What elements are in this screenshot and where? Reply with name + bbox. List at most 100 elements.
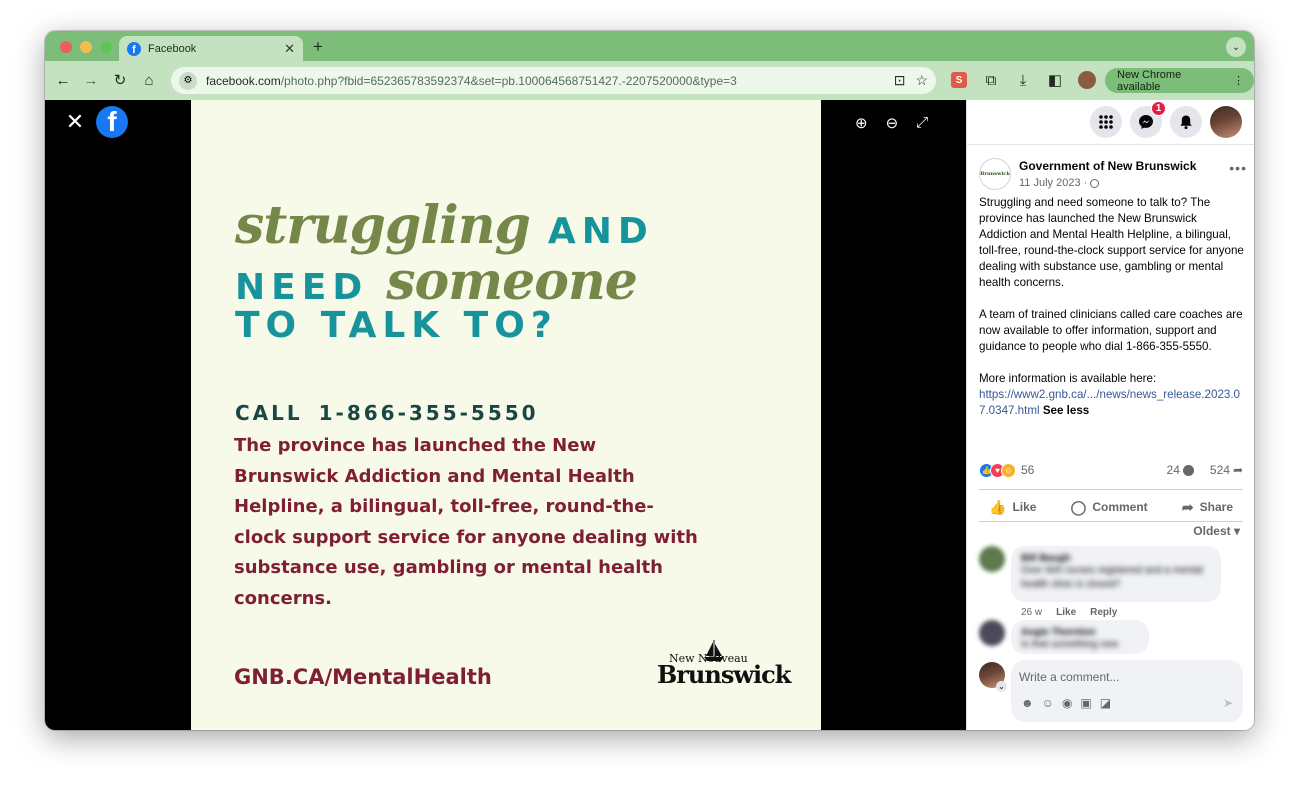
downloads-icon[interactable]: ⤓: [1009, 66, 1037, 94]
bookmark-star-icon[interactable]: ☆: [915, 72, 928, 89]
url-host: facebook.com: [206, 73, 281, 88]
reload-icon[interactable]: ↻: [106, 66, 134, 94]
reaction-count[interactable]: 56: [1021, 463, 1034, 477]
globe-icon: [1090, 178, 1100, 188]
home-icon[interactable]: ⌂: [135, 66, 163, 94]
fullscreen-icon[interactable]: ⤢: [916, 114, 928, 132]
page-viewport: ✕ f ⊕ ⊖ ⤢ struggling AND NEED someone TO…: [45, 100, 1254, 730]
window-controls: [60, 41, 112, 53]
extension-s-icon[interactable]: S: [945, 66, 973, 94]
share-button[interactable]: ➦ Share: [1172, 492, 1243, 522]
poster-url: GNB.CA/MentalHealth: [234, 665, 492, 689]
poster-body-text: The province has launched the New Brunsw…: [234, 435, 698, 609]
tab-title: Facebook: [148, 42, 197, 55]
like-button[interactable]: 👍 Like: [979, 492, 1046, 522]
commenter-avatar[interactable]: [979, 620, 1005, 646]
zoom-in-icon[interactable]: ⊕: [855, 114, 868, 132]
chrome-update-button[interactable]: New Chrome available ⋮: [1105, 68, 1254, 93]
comment-time[interactable]: 26 w: [1021, 607, 1042, 618]
new-tab-button[interactable]: +: [313, 37, 323, 57]
menu-grid-button[interactable]: [1090, 106, 1122, 138]
comment-count-value: 24: [1166, 463, 1180, 477]
install-app-icon[interactable]: ⊡: [894, 72, 906, 89]
comment-meta: 26 w Like Reply: [1021, 607, 1117, 618]
comment-button[interactable]: ◯ Comment: [1061, 492, 1158, 522]
messenger-button[interactable]: 1: [1130, 101, 1166, 138]
tab-facebook[interactable]: f Facebook ✕: [119, 36, 303, 61]
emoji-icon[interactable]: ☺: [1042, 696, 1054, 710]
minimize-window-button[interactable]: [80, 41, 92, 53]
comment-reply-button[interactable]: Reply: [1090, 607, 1117, 618]
tab-close-icon[interactable]: ✕: [284, 41, 295, 57]
forward-arrow-icon[interactable]: →: [77, 66, 105, 94]
see-less-link[interactable]: See less: [1043, 404, 1089, 417]
zoom-out-icon[interactable]: ⊖: [886, 114, 899, 132]
post-link-line: https://www2.gnb.ca/.../news/news_releas…: [979, 387, 1245, 419]
post-text: Struggling and need someone to talk to? …: [979, 195, 1245, 419]
post-date[interactable]: 11 July 2023 ·: [1019, 177, 1087, 189]
like-label: Like: [1012, 500, 1037, 514]
notifications-button[interactable]: [1170, 106, 1202, 138]
commenter-name[interactable]: Angie Thornton: [1021, 627, 1139, 638]
share-arrow-icon: ➦: [1232, 463, 1243, 477]
more-options-icon[interactable]: •••: [1229, 160, 1247, 176]
post-paragraph-3: More information is available here:: [979, 372, 1157, 385]
avatar-sticker-icon[interactable]: ☻: [1021, 696, 1034, 710]
news-release-link[interactable]: https://www2.gnb.ca/.../news/news_releas…: [979, 388, 1240, 417]
post-header: Brunswick Government of New Brunswick 11…: [979, 158, 1247, 192]
share-count-value: 524: [1209, 463, 1230, 477]
comment-bubble: Bill Baugh Over 600 nurses registered an…: [1011, 546, 1221, 602]
url-text[interactable]: facebook.com/photo.php?fbid=652365783592…: [206, 74, 894, 88]
gif-icon[interactable]: ▣: [1080, 696, 1091, 710]
comment-like-button[interactable]: Like: [1056, 607, 1076, 618]
my-avatar[interactable]: [979, 662, 1007, 692]
site-settings-icon[interactable]: ⚙: [179, 71, 197, 90]
thumbs-up-icon: 👍: [989, 498, 1007, 515]
commenter-avatar[interactable]: [979, 546, 1005, 572]
comment-sort-dropdown[interactable]: Oldest ▾: [1193, 524, 1240, 538]
composer-tools: ☻ ☺ ◉ ▣ ◪: [1021, 696, 1111, 710]
care-reaction-icon[interactable]: ☺: [1001, 462, 1016, 478]
bell-icon: [1180, 115, 1192, 130]
facebook-top-nav: 1: [1090, 101, 1242, 138]
tab-search-chevron-down-icon[interactable]: ⌄: [1226, 37, 1246, 57]
side-panel-icon[interactable]: ◧: [1041, 66, 1069, 94]
sticker-icon[interactable]: ◪: [1100, 696, 1111, 710]
zoom-controls: ⊕ ⊖ ⤢: [855, 114, 928, 132]
address-bar[interactable]: ⚙ facebook.com/photo.php?fbid=6523657835…: [171, 67, 936, 94]
engagement-counts: 24 524 ➦: [1167, 463, 1243, 477]
extensions-puzzle-icon[interactable]: ⧉: [977, 66, 1005, 94]
new-brunswick-logo: New Nouveau Brunswick: [655, 640, 791, 689]
commenter-name[interactable]: Bill Baugh: [1021, 553, 1211, 564]
actions-divider-bottom: [979, 521, 1243, 522]
send-icon[interactable]: ➤: [1223, 696, 1233, 710]
account-avatar[interactable]: [1210, 106, 1242, 138]
maximize-window-button[interactable]: [100, 41, 112, 53]
comment-text: Is that something new: [1021, 639, 1119, 650]
logo-brunswick: Brunswick: [657, 660, 791, 689]
headline-row-3: TO TALK TO?: [235, 308, 755, 348]
post-actions: 👍 Like ◯ Comment ➦ Share: [979, 492, 1243, 522]
more-vertical-icon[interactable]: ⋮: [1233, 74, 1244, 87]
facebook-logo-icon[interactable]: f: [96, 106, 128, 138]
close-viewer-icon[interactable]: ✕: [63, 109, 87, 134]
share-icon: ➦: [1181, 498, 1194, 515]
page-avatar[interactable]: Brunswick: [979, 158, 1011, 190]
comment-input[interactable]: [1019, 666, 1233, 688]
back-arrow-icon[interactable]: ←: [49, 66, 77, 94]
page-avatar-text: Brunswick: [980, 171, 1010, 177]
profile-avatar-image: [1078, 71, 1096, 89]
comment-count[interactable]: 24: [1167, 463, 1194, 477]
share-label: Share: [1199, 500, 1233, 514]
profile-avatar[interactable]: [1073, 66, 1101, 94]
grid-icon: [1099, 115, 1113, 129]
page-name[interactable]: Government of New Brunswick: [1019, 159, 1196, 173]
close-window-button[interactable]: [60, 41, 72, 53]
camera-icon[interactable]: ◉: [1062, 696, 1072, 710]
headline-word-struggling: struggling: [235, 195, 531, 256]
toolbar-extensions: S ⧉ ⤓ ◧: [945, 66, 1101, 94]
chrome-update-label: New Chrome available: [1117, 68, 1182, 93]
share-count[interactable]: 524 ➦: [1210, 463, 1243, 477]
comment-icon: ◯: [1070, 498, 1087, 515]
